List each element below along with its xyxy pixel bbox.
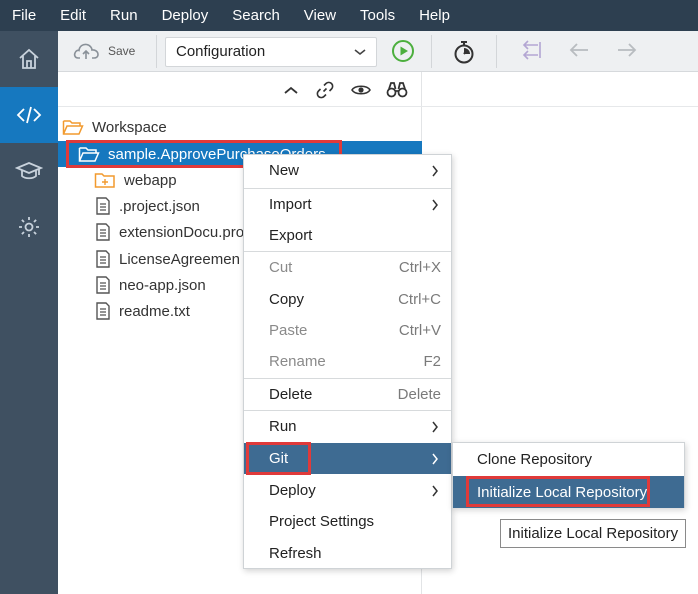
context-menu-run[interactable]: Run: [244, 411, 451, 442]
forward-button[interactable]: [615, 39, 639, 64]
context-menu-import[interactable]: Import: [244, 189, 451, 220]
rail-settings-button[interactable]: [0, 199, 58, 255]
tree-item-file[interactable]: .project.json: [95, 194, 200, 218]
menu-deploy[interactable]: Deploy: [162, 0, 221, 31]
tree-item-label: Workspace: [92, 118, 167, 136]
eye-icon: [351, 85, 371, 95]
context-menu-refresh[interactable]: Refresh: [244, 538, 451, 569]
menu-tools[interactable]: Tools: [360, 0, 407, 31]
tree-item-file[interactable]: LicenseAgreemen: [95, 247, 240, 271]
tree-item-file[interactable]: extensionDocu.pro: [95, 220, 244, 244]
context-menu-cut[interactable]: Cut Ctrl+X: [244, 252, 451, 283]
run-configuration-select[interactable]: Configuration: [165, 37, 377, 67]
tree-item-label: LicenseAgreemen: [119, 250, 240, 268]
arrow-left-icon: [569, 43, 588, 57]
home-icon: [19, 48, 39, 69]
collapse-all-button[interactable]: [282, 81, 300, 102]
menu-edit[interactable]: Edit: [60, 0, 98, 31]
file-icon: [95, 302, 111, 320]
binoculars-icon: [386, 82, 408, 98]
rail-home-button[interactable]: [0, 31, 58, 87]
annotation-highlight-initialize: [466, 476, 650, 507]
context-menu-new[interactable]: New: [244, 155, 451, 186]
folder-open-icon: [62, 118, 84, 136]
tree-item-label: webapp: [124, 171, 177, 189]
toolbar-divider: [496, 35, 497, 68]
context-menu-deploy[interactable]: Deploy: [244, 475, 451, 506]
search-workspace-button[interactable]: [386, 81, 408, 102]
tree-item-webapp[interactable]: webapp: [94, 168, 177, 192]
run-configuration-value: Configuration: [176, 43, 266, 60]
context-menu-export[interactable]: Export: [244, 220, 451, 251]
tooltip: Initialize Local Repository: [500, 519, 686, 548]
menu-bar: File Edit Run Deploy Search View Tools H…: [0, 0, 698, 31]
context-menu-paste[interactable]: Paste Ctrl+V: [244, 315, 451, 346]
stopwatch-icon: [454, 41, 474, 64]
tree-item-label: readme.txt: [119, 302, 190, 320]
tree-item-label: extensionDocu.pro: [119, 223, 245, 241]
link-editor-button[interactable]: [316, 81, 334, 102]
context-menu-rename[interactable]: Rename F2: [244, 346, 451, 377]
left-rail: [0, 31, 58, 594]
menu-run[interactable]: Run: [110, 0, 150, 31]
context-menu-project-settings[interactable]: Project Settings: [244, 506, 451, 537]
chevron-right-icon: [431, 420, 439, 437]
editor-area: [422, 72, 698, 594]
chevron-down-icon: [353, 38, 367, 76]
git-clone-repository[interactable]: Clone Repository: [453, 443, 684, 475]
rail-development-button[interactable]: [0, 87, 58, 143]
context-menu-delete[interactable]: Delete Delete: [244, 379, 451, 410]
gear-icon: [19, 217, 39, 237]
link-icon: [316, 81, 334, 99]
menu-file[interactable]: File: [12, 0, 48, 31]
menu-search[interactable]: Search: [232, 0, 292, 31]
tree-item-label: neo-app.json: [119, 276, 206, 294]
cloud-upload-icon: [73, 43, 99, 59]
menu-view[interactable]: View: [304, 0, 348, 31]
timer-button[interactable]: [452, 39, 476, 68]
toolbar: Save Configuration: [58, 31, 698, 72]
chevron-right-icon: [431, 198, 439, 215]
toolbar-divider: [431, 35, 432, 68]
tree-item-workspace[interactable]: Workspace: [62, 115, 167, 139]
toolbar-divider: [156, 35, 157, 68]
annotation-highlight-git: [246, 442, 311, 475]
file-icon: [95, 276, 111, 294]
workspace-pane-toolbar: [58, 72, 422, 107]
file-icon: [95, 223, 111, 241]
file-icon: [95, 250, 111, 268]
arrow-right-icon: [618, 43, 637, 57]
run-button[interactable]: [391, 39, 415, 66]
context-menu: New Import Export Cut Ctrl+X Copy Ctrl+C…: [243, 154, 452, 569]
tree-item-file[interactable]: neo-app.json: [95, 273, 206, 297]
show-hidden-button[interactable]: [351, 81, 371, 102]
chevron-up-icon: [284, 86, 298, 94]
arrow-left-bar-icon: [522, 40, 541, 60]
graduation-cap-icon: [15, 162, 43, 180]
chevron-right-icon: [431, 164, 439, 181]
save-button[interactable]: Save: [72, 40, 135, 62]
code-icon: [16, 106, 42, 124]
back-to-start-button[interactable]: [518, 39, 544, 64]
chevron-right-icon: [431, 484, 439, 501]
back-button[interactable]: [567, 39, 591, 64]
context-menu-copy[interactable]: Copy Ctrl+C: [244, 284, 451, 315]
chevron-right-icon: [431, 452, 439, 469]
tree-item-label: .project.json: [119, 197, 200, 215]
folder-icon: [94, 171, 116, 189]
menu-help[interactable]: Help: [419, 0, 462, 31]
rail-learning-button[interactable]: [0, 143, 58, 199]
play-circle-icon: [392, 40, 414, 62]
save-label: Save: [108, 44, 136, 58]
file-icon: [95, 197, 111, 215]
tree-item-file[interactable]: readme.txt: [95, 299, 190, 323]
